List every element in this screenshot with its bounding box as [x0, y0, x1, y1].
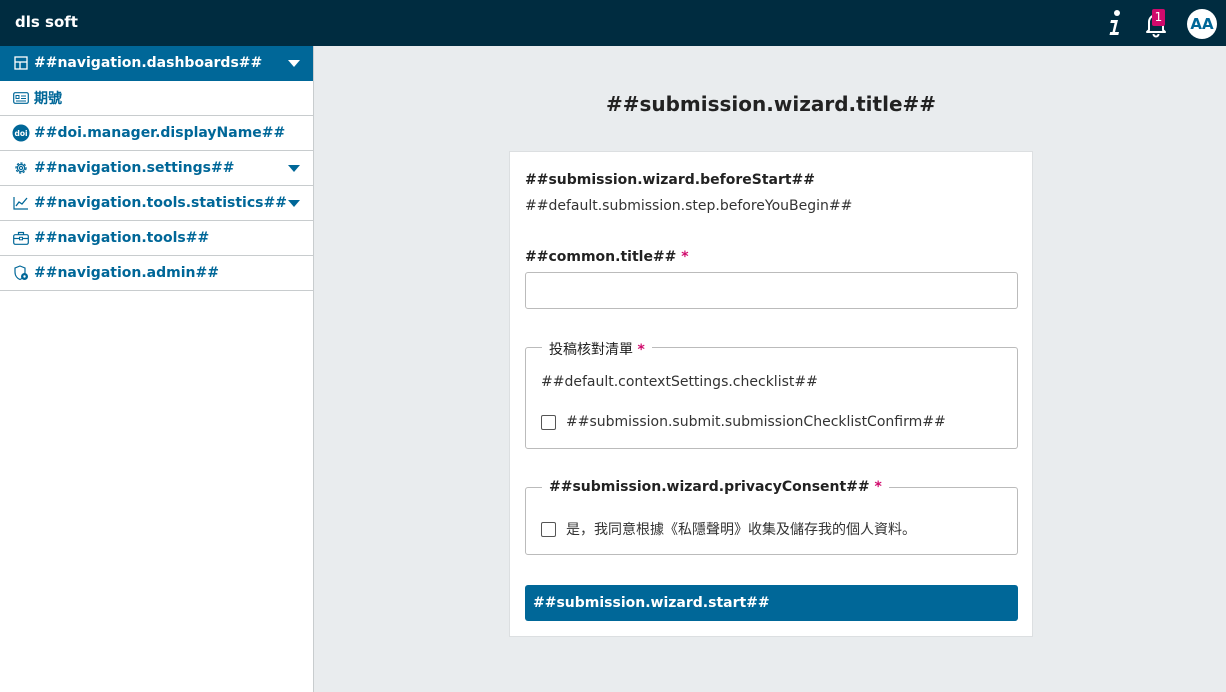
title-label-text: ##common.title## — [525, 249, 677, 265]
required-mark: * — [874, 479, 882, 495]
sidebar-item-tools[interactable]: ##navigation.tools## — [0, 221, 313, 256]
page-title: ##submission.wizard.title## — [605, 92, 937, 116]
sidebar-item-label: ##navigation.tools.statistics## — [34, 195, 287, 211]
checklist-confirm-label[interactable]: ##submission.submit.submissionChecklistC… — [566, 414, 946, 430]
checklist-fieldset: 投稿核對清單 * ##default.contextSettings.check… — [525, 339, 1018, 449]
submission-wizard-panel: ##submission.wizard.beforeStart## ##defa… — [509, 151, 1033, 637]
sidebar-item-label: ##doi.manager.displayName## — [34, 125, 286, 141]
checklist-confirm-checkbox[interactable] — [541, 414, 556, 430]
before-start-heading: ##submission.wizard.beforeStart## — [525, 172, 816, 188]
required-mark: * — [681, 249, 689, 265]
title-field-label: ##common.title## * — [525, 249, 689, 265]
checklist-confirm-row[interactable]: ##submission.submit.submissionChecklistC… — [541, 414, 946, 430]
before-start-text: ##default.submission.step.beforeYouBegin… — [525, 198, 853, 214]
chart-line-icon — [12, 194, 30, 212]
start-submission-button[interactable]: ##submission.wizard.start## — [525, 585, 1018, 621]
privacy-consent-fieldset: ##submission.wizard.privacyConsent## * 是… — [525, 479, 1018, 555]
sidebar-item-label: ##navigation.settings## — [34, 160, 235, 176]
chevron-down-icon[interactable] — [288, 60, 300, 67]
sidebar-item-statistics[interactable]: ##navigation.tools.statistics## — [0, 186, 313, 221]
privacy-consent-label[interactable]: 是，我同意根據《私隱聲明》收集及儲存我的個人資料。 — [566, 519, 916, 539]
sidebar-item-label: ##navigation.admin## — [34, 265, 219, 281]
sidebar-item-label: ##navigation.dashboards## — [34, 55, 263, 71]
sidebar-item-doi-manager[interactable]: doi ##doi.manager.displayName## — [0, 116, 313, 151]
doi-icon: doi — [12, 124, 30, 142]
notification-count-badge: 1 — [1152, 9, 1165, 26]
site-name[interactable]: dls soft — [15, 13, 78, 31]
title-input[interactable] — [525, 272, 1018, 309]
privacy-legend-text: ##submission.wizard.privacyConsent## — [549, 479, 870, 495]
gear-icon — [12, 159, 30, 177]
checklist-legend: 投稿核對清單 * — [542, 339, 652, 359]
chevron-down-icon[interactable] — [288, 165, 300, 172]
sidebar-nav: ##navigation.dashboards## 期號 doi ##doi.m… — [0, 46, 314, 692]
toolbox-icon — [12, 229, 30, 247]
privacy-consent-checkbox[interactable] — [541, 521, 556, 537]
privacy-legend: ##submission.wizard.privacyConsent## * — [542, 479, 889, 495]
top-bar: dls soft 1 AA — [0, 0, 1226, 46]
sidebar-item-settings[interactable]: ##navigation.settings## — [0, 151, 313, 186]
checklist-legend-text: 投稿核對清單 — [549, 342, 633, 358]
doi-icon-text: doi — [14, 129, 27, 138]
sidebar-item-issues[interactable]: 期號 — [0, 81, 313, 116]
user-avatar[interactable]: AA — [1187, 9, 1217, 39]
sidebar-item-dashboards[interactable]: ##navigation.dashboards## — [0, 46, 313, 81]
sidebar-item-label: 期號 — [34, 91, 62, 107]
sidebar-item-label: ##navigation.tools## — [34, 230, 210, 246]
admin-icon — [12, 264, 30, 282]
dashboard-icon — [12, 54, 30, 72]
info-icon[interactable] — [1106, 9, 1124, 37]
sidebar-item-admin[interactable]: ##navigation.admin## — [0, 256, 313, 291]
required-mark: * — [637, 342, 645, 358]
chevron-down-icon[interactable] — [288, 200, 300, 207]
issue-icon — [12, 89, 30, 107]
privacy-confirm-row[interactable]: 是，我同意根據《私隱聲明》收集及儲存我的個人資料。 — [541, 519, 916, 539]
checklist-text: ##default.contextSettings.checklist## — [541, 374, 818, 390]
